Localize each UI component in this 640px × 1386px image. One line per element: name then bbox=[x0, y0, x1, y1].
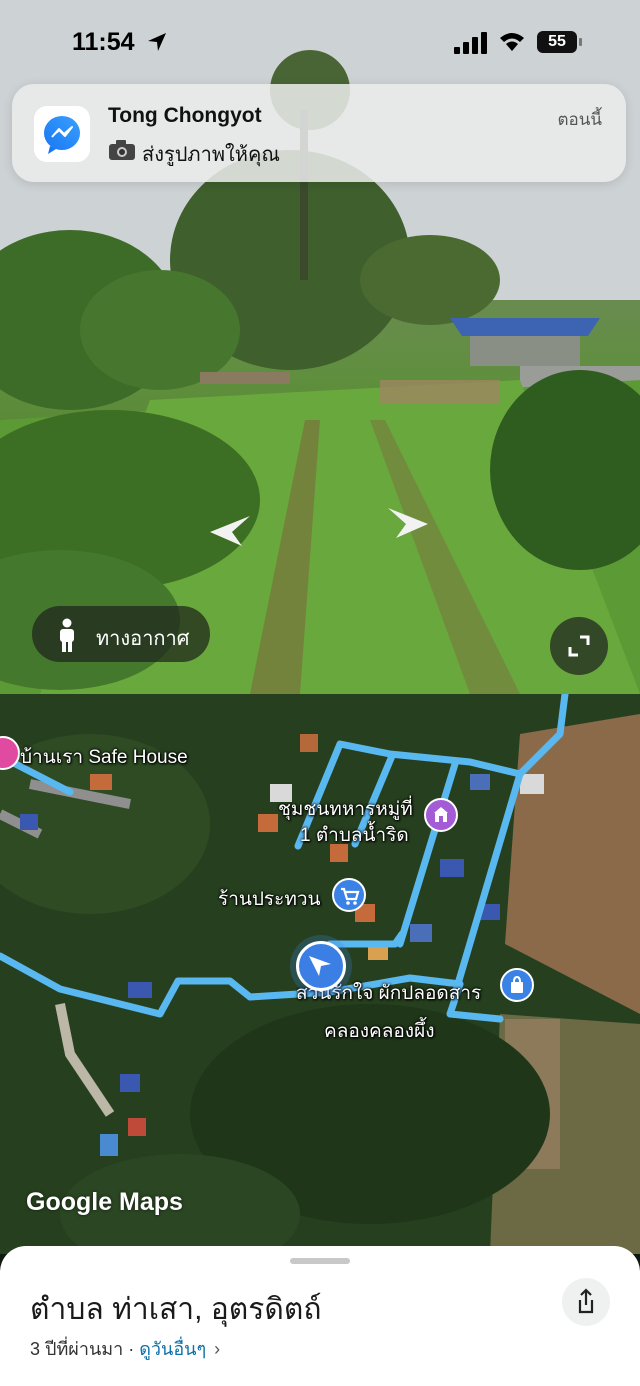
share-icon bbox=[578, 1288, 594, 1314]
more-dates-link[interactable]: ดูวันอื่นๆ bbox=[139, 1339, 206, 1359]
battery-indicator: 55 bbox=[537, 31, 583, 53]
current-location-marker[interactable] bbox=[296, 941, 346, 991]
notification-message: ส่งรูปภาพให้คุณ bbox=[142, 144, 280, 166]
expand-icon bbox=[568, 635, 590, 657]
map-label-canal[interactable]: คลองคลองผึ้ง bbox=[324, 1016, 435, 1046]
shopping-cart-icon bbox=[341, 887, 360, 905]
aerial-view-button[interactable]: ทางอากาศ bbox=[32, 606, 210, 662]
shopping-bag-icon bbox=[511, 975, 523, 993]
status-time: 11:54 bbox=[72, 28, 135, 56]
shop-pin[interactable] bbox=[332, 878, 366, 912]
google-maps-logo: Google Maps bbox=[26, 1188, 183, 1216]
battery-tip bbox=[579, 38, 582, 46]
notification-banner[interactable]: Tong Chongyot ส่งรูปภาพให้คุณ ตอนนี้ bbox=[12, 84, 626, 182]
wifi-icon bbox=[500, 33, 524, 51]
satellite-map[interactable]: บ้านเรา Safe House ชุมชนทหารหมู่ที่ 1 ตำ… bbox=[0, 694, 640, 1254]
imagery-date-row: 3 ปีที่ผ่านมา · ดูวันอื่นๆ › bbox=[30, 1334, 220, 1363]
landmark-icon bbox=[434, 807, 448, 822]
expand-button[interactable] bbox=[550, 617, 608, 675]
camera-icon bbox=[109, 140, 135, 160]
place-title: ตำบล ท่าเสา, อุตรดิตถ์ bbox=[30, 1293, 322, 1326]
bottom-sheet[interactable]: ตำบล ท่าเสา, อุตรดิตถ์ 3 ปีที่ผ่านมา · ด… bbox=[0, 1246, 640, 1386]
map-label-safe-house[interactable]: บ้านเรา Safe House bbox=[20, 742, 188, 772]
imagery-age: 3 ปีที่ผ่านมา · bbox=[30, 1339, 140, 1359]
chevron-right-icon[interactable]: › bbox=[214, 1339, 220, 1359]
veg-shop-pin[interactable] bbox=[500, 968, 534, 1002]
status-bar: 11:54 55 bbox=[0, 0, 640, 84]
sheet-drag-handle[interactable] bbox=[290, 1258, 350, 1264]
community-pin[interactable] bbox=[424, 798, 458, 832]
cellular-signal-icon bbox=[454, 32, 487, 54]
arrow-left-icon[interactable] bbox=[208, 514, 252, 548]
aerial-view-label: ทางอากาศ bbox=[96, 628, 190, 650]
notification-timestamp: ตอนนี้ bbox=[557, 110, 603, 129]
battery-level: 55 bbox=[537, 31, 577, 53]
street-view-image[interactable]: 11:54 55 Tong Chongyot ส่งรูปภาพให้คุณ ต… bbox=[0, 0, 640, 694]
notification-sender: Tong Chongyot bbox=[108, 104, 262, 127]
map-label-shop[interactable]: ร้านประทวน bbox=[218, 884, 321, 914]
map-label-community-line2[interactable]: 1 ตำบลน้ำริด bbox=[300, 820, 409, 850]
messenger-icon bbox=[34, 106, 90, 162]
arrow-right-icon[interactable] bbox=[386, 506, 430, 540]
share-button[interactable] bbox=[562, 1278, 610, 1326]
person-icon bbox=[60, 618, 74, 652]
location-arrow-icon bbox=[148, 33, 166, 51]
navigation-arrow-icon bbox=[309, 956, 331, 976]
